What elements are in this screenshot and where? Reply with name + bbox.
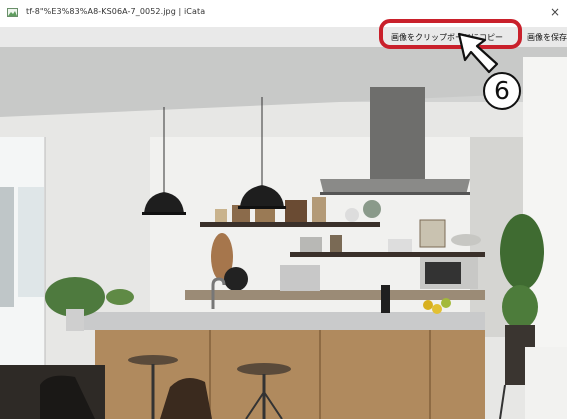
save-image-button[interactable]: 画像を保存 <box>527 30 567 46</box>
cursor-arrow-icon <box>457 32 499 74</box>
image-file-icon <box>7 8 18 17</box>
kitchen-photo <box>0 47 567 419</box>
window-title: tf-8"%E3%83%A8-KS06A-7_0052.jpg | iCata <box>26 7 206 16</box>
close-icon: × <box>549 5 561 19</box>
close-button[interactable]: × <box>545 2 565 22</box>
image-viewer <box>0 47 567 419</box>
step-number-badge: 6 <box>483 72 521 110</box>
